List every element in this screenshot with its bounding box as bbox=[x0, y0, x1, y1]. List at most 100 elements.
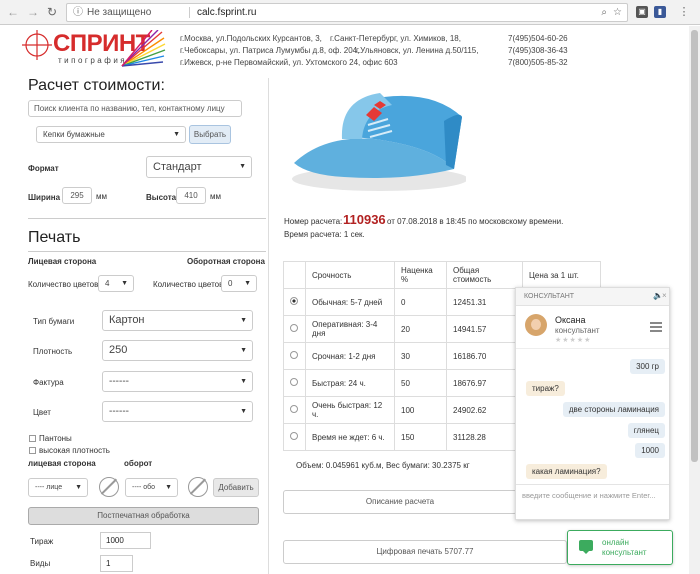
urgency-markup: 30 bbox=[394, 342, 447, 370]
high-density-checkbox[interactable] bbox=[29, 447, 36, 454]
calc-title: Расчет стоимости: bbox=[28, 77, 165, 94]
paper-type-label: Тип бумаги bbox=[33, 317, 75, 326]
chevron-down-icon: ▼ bbox=[121, 280, 128, 287]
urgency-radio[interactable] bbox=[290, 351, 298, 359]
height-label: Высота bbox=[146, 193, 177, 202]
urgency-markup: 50 bbox=[394, 369, 447, 397]
width-input[interactable]: 295 bbox=[62, 187, 92, 204]
add-button[interactable]: Добавить bbox=[213, 478, 259, 497]
front-colors-value: 4 bbox=[105, 279, 110, 288]
texture-select[interactable]: ------ ▼ bbox=[102, 371, 253, 392]
format-label: Формат bbox=[28, 164, 59, 173]
face-none-icon[interactable] bbox=[99, 477, 119, 497]
chat-message-input[interactable]: введите сообщение и нажмите Enter... bbox=[522, 491, 656, 500]
phone-1: 7(495)504-60-26 bbox=[508, 34, 568, 43]
order-number: 110936 bbox=[343, 212, 386, 227]
urgency-label: Быстрая: 24 ч. bbox=[305, 369, 395, 397]
run-label: Тираж bbox=[30, 537, 54, 546]
height-input[interactable]: 410 bbox=[176, 187, 206, 204]
postpress-button[interactable]: Постпечатная обработка bbox=[28, 507, 259, 525]
urgency-label: Очень быстрая: 12 ч. bbox=[305, 396, 395, 424]
table-header: Цена за 1 шт. bbox=[522, 261, 601, 289]
bookmark-star-icon[interactable]: ☆ bbox=[613, 4, 622, 21]
security-label: Не защищено bbox=[87, 7, 152, 18]
urgency-radio[interactable] bbox=[290, 378, 298, 386]
product-select[interactable]: Кепки бумажные ▼ bbox=[36, 126, 186, 143]
color-select[interactable]: ------ ▼ bbox=[102, 401, 253, 422]
address-bar[interactable]: ⓘ Не защищено calc.fsprint.ru ⌕ ☆ bbox=[66, 3, 628, 22]
extension-blue-icon[interactable]: ▮ bbox=[654, 6, 666, 18]
chat-close-icon[interactable]: × bbox=[662, 291, 667, 300]
texture-label: Фактура bbox=[33, 378, 64, 387]
scrollbar-thumb[interactable] bbox=[691, 30, 698, 462]
select-product-button[interactable]: Выбрать bbox=[189, 125, 231, 144]
urgency-total: 18676.97 bbox=[446, 369, 523, 397]
chevron-down-icon: ▼ bbox=[240, 378, 247, 385]
urgency-radio[interactable] bbox=[290, 432, 298, 440]
online-label: онлайн bbox=[602, 538, 629, 547]
url-text[interactable]: calc.fsprint.ru bbox=[197, 4, 256, 21]
info-icon[interactable]: ⓘ bbox=[73, 4, 83, 21]
address-5: г.Ижевск, р-не Первомайский, ул. Ухтомск… bbox=[180, 58, 398, 67]
back-colors-label: Количество цветов bbox=[153, 280, 224, 289]
kinds-input[interactable]: 1 bbox=[100, 555, 133, 572]
back-colors-value: 0 bbox=[228, 279, 233, 288]
back-colors-select[interactable]: 0 ▼ bbox=[221, 275, 257, 292]
browser-toolbar: ← → ↻ ⓘ Не защищено calc.fsprint.ru ⌕ ☆ … bbox=[0, 0, 700, 25]
chat-message: тираж? bbox=[526, 381, 565, 396]
face-side-label: лицевая сторона bbox=[28, 459, 96, 468]
chevron-down-icon: ▼ bbox=[165, 484, 172, 491]
pantone-checkbox[interactable] bbox=[29, 435, 36, 442]
reverse-finish-value: ---- обо bbox=[132, 484, 156, 491]
format-select[interactable]: Стандарт ▼ bbox=[146, 156, 252, 178]
kinds-label: Виды bbox=[30, 559, 51, 568]
height-unit: мм bbox=[210, 192, 221, 201]
urgency-radio[interactable] bbox=[290, 297, 298, 305]
reverse-none-icon[interactable] bbox=[188, 477, 208, 497]
urgency-total: 31128.28 bbox=[446, 423, 523, 451]
urgency-markup: 100 bbox=[394, 396, 447, 424]
back-arrow-icon[interactable]: ← bbox=[6, 5, 20, 19]
digital-print-button[interactable]: Цифровая печать 5707.77 bbox=[283, 540, 567, 564]
table-header-radio bbox=[283, 261, 306, 289]
chevron-down-icon: ▼ bbox=[173, 131, 180, 138]
front-side-label: Лицевая сторона bbox=[28, 257, 97, 266]
urgency-label: Срочная: 1-2 дня bbox=[305, 342, 395, 370]
order-date: от 07.08.2018 в 18:45 по московскому вре… bbox=[387, 217, 564, 226]
phone-2: 7(495)308-36-43 bbox=[508, 46, 568, 55]
reload-icon[interactable]: ↻ bbox=[45, 5, 59, 19]
calc-description-button[interactable]: Описание расчета bbox=[283, 490, 517, 514]
color-value: ------ bbox=[109, 406, 129, 417]
urgency-radio[interactable] bbox=[290, 324, 298, 332]
online-consultant-button[interactable]: онлайн консультант bbox=[567, 530, 673, 565]
urgency-total: 12451.31 bbox=[446, 288, 523, 316]
order-number-prefix: Номер расчета: bbox=[284, 217, 343, 226]
run-input[interactable]: 1000 bbox=[100, 532, 151, 549]
urgency-label: Оперативная: 3-4 дня bbox=[305, 315, 395, 343]
format-select-value: Стандарт bbox=[153, 161, 202, 173]
urgency-markup: 0 bbox=[394, 288, 447, 316]
face-finish-select[interactable]: ---- лице ▼ bbox=[28, 478, 88, 497]
zoom-icon[interactable]: ⌕ bbox=[601, 4, 607, 21]
phone-3: 7(800)505-85-32 bbox=[508, 58, 568, 67]
density-select[interactable]: 250 ▼ bbox=[102, 340, 253, 361]
chevron-down-icon: ▼ bbox=[75, 484, 82, 491]
consultant-label: консультант bbox=[602, 548, 647, 557]
high-density-label: высокая плотность bbox=[39, 446, 110, 455]
reverse-finish-select[interactable]: ---- обо ▼ bbox=[125, 478, 178, 497]
urgency-radio[interactable] bbox=[290, 405, 298, 413]
menu-dots-icon[interactable]: ⋮ bbox=[677, 5, 691, 19]
chevron-down-icon: ▼ bbox=[239, 163, 246, 170]
table-header: Наценка % bbox=[394, 261, 447, 289]
chat-bubble-tail bbox=[582, 550, 590, 554]
chat-menu-icon[interactable] bbox=[650, 322, 662, 332]
urgency-markup: 20 bbox=[394, 315, 447, 343]
consultant-name: Оксана bbox=[555, 315, 586, 325]
paper-type-select[interactable]: Картон ▼ bbox=[102, 310, 253, 331]
forward-arrow-icon[interactable]: → bbox=[26, 5, 40, 19]
client-search-input[interactable]: Поиск клиента по названию, тел, контактн… bbox=[28, 100, 242, 117]
urgency-markup: 150 bbox=[394, 423, 447, 451]
extension-icon[interactable]: ▣ bbox=[636, 6, 648, 18]
front-colors-select[interactable]: 4 ▼ bbox=[98, 275, 134, 292]
chat-message: какая ламинация? bbox=[526, 464, 607, 479]
